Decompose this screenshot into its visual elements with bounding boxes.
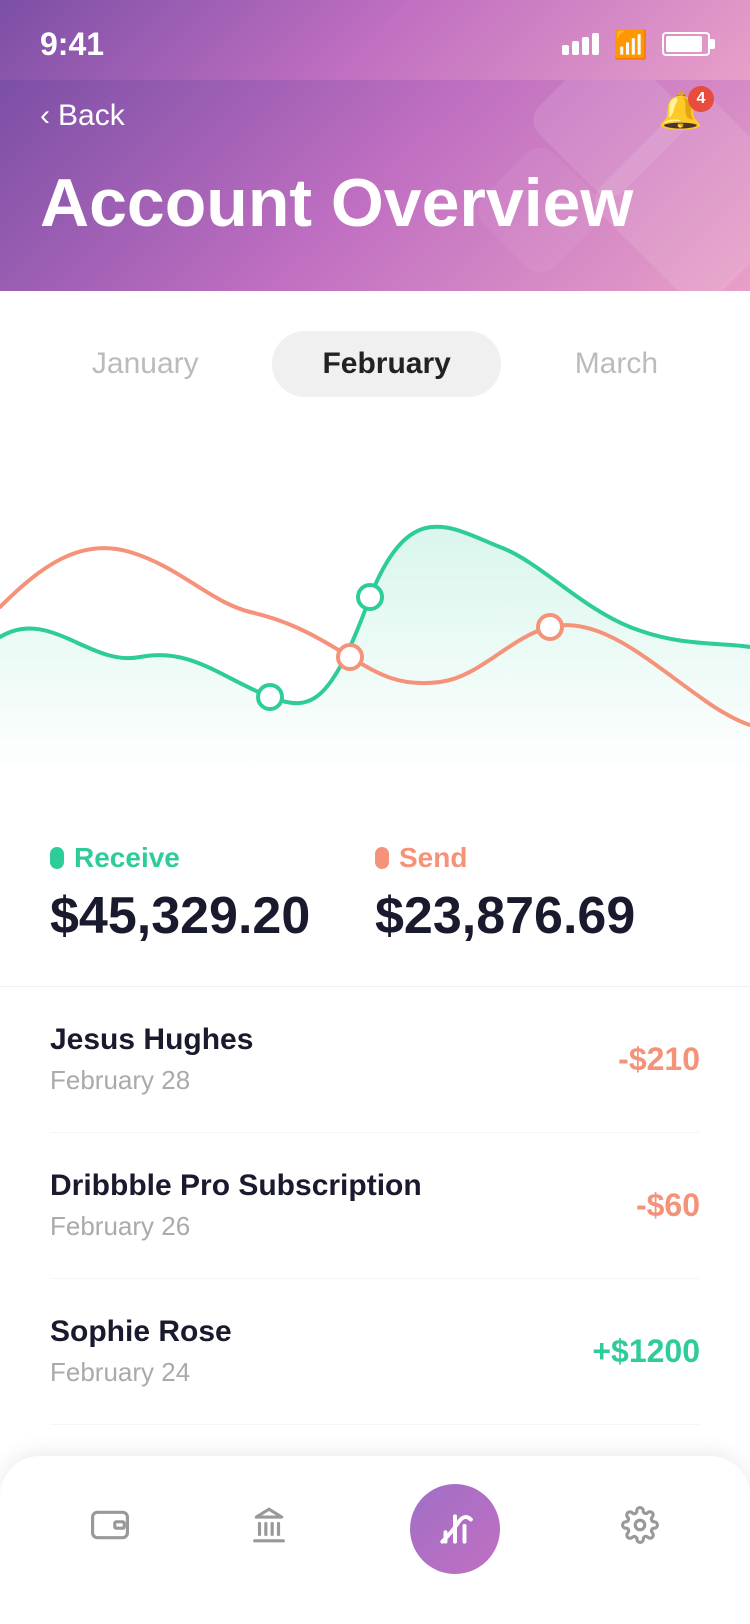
- send-dot-1: [338, 645, 362, 669]
- table-row[interactable]: Dribbble Pro Subscription February 26 -$…: [50, 1133, 700, 1279]
- receive-stat: Receive $45,329.20: [50, 842, 375, 946]
- transaction-date: February 28: [50, 1065, 253, 1096]
- tab-january[interactable]: January: [42, 331, 249, 397]
- signal-bars-icon: [562, 33, 599, 55]
- back-button[interactable]: ‹ Back: [40, 99, 125, 133]
- back-chevron-icon: ‹: [40, 99, 50, 133]
- receive-dot-indicator: [50, 847, 64, 869]
- bottom-nav: [0, 1456, 750, 1624]
- notification-badge: 4: [688, 86, 714, 112]
- wifi-icon: 📶: [613, 28, 648, 61]
- receive-amount: $45,329.20: [50, 886, 375, 946]
- transaction-date: February 24: [50, 1357, 232, 1388]
- battery-icon: [662, 32, 710, 56]
- send-dot-2: [538, 615, 562, 639]
- month-tabs: January February March: [0, 291, 750, 417]
- receive-label: Receive: [50, 842, 375, 874]
- send-label-text: Send: [399, 842, 467, 874]
- transaction-name: Jesus Hughes: [50, 1023, 253, 1057]
- receive-label-text: Receive: [74, 842, 180, 874]
- send-amount: $23,876.69: [375, 886, 700, 946]
- transaction-name: Sophie Rose: [50, 1315, 232, 1349]
- transaction-amount: +$1200: [592, 1333, 700, 1370]
- table-row[interactable]: Sophie Rose February 24 +$1200: [50, 1279, 700, 1425]
- settings-icon: [621, 1506, 659, 1553]
- transactions-list: Jesus Hughes February 28 -$210 Dribbble …: [0, 987, 750, 1425]
- transaction-date: February 26: [50, 1211, 422, 1242]
- status-time: 9:41: [40, 26, 104, 63]
- back-label: Back: [58, 99, 125, 133]
- receive-dot-1: [258, 685, 282, 709]
- nav-settings[interactable]: [621, 1506, 659, 1553]
- receive-dot-2: [358, 585, 382, 609]
- transaction-info: Dribbble Pro Subscription February 26: [50, 1169, 422, 1242]
- transaction-info: Jesus Hughes February 28: [50, 1023, 253, 1096]
- wallet-icon: [91, 1506, 129, 1553]
- notification-button[interactable]: 🔔 4: [658, 90, 710, 142]
- transaction-amount: -$210: [618, 1041, 700, 1078]
- nav-chart[interactable]: [410, 1484, 500, 1574]
- header: ‹ Back 🔔 4 Account Overview: [0, 80, 750, 291]
- send-label: Send: [375, 842, 700, 874]
- transaction-amount: -$60: [636, 1187, 700, 1224]
- send-stat: Send $23,876.69: [375, 842, 700, 946]
- page-title: Account Overview: [40, 166, 710, 241]
- transaction-info: Sophie Rose February 24: [50, 1315, 232, 1388]
- transaction-name: Dribbble Pro Subscription: [50, 1169, 422, 1203]
- bank-icon: [250, 1506, 288, 1553]
- nav-bank[interactable]: [250, 1506, 288, 1553]
- status-bar: 9:41 📶: [0, 0, 750, 80]
- send-dot-indicator: [375, 847, 389, 869]
- chart-container: [0, 417, 750, 812]
- status-icons: 📶: [562, 28, 710, 61]
- tab-february[interactable]: February: [272, 331, 500, 397]
- line-chart: [0, 437, 750, 777]
- chart-nav-active: [410, 1484, 500, 1574]
- stats-container: Receive $45,329.20 Send $23,876.69: [0, 812, 750, 987]
- nav-wallet[interactable]: [91, 1506, 129, 1553]
- tab-march[interactable]: March: [525, 331, 708, 397]
- table-row[interactable]: Jesus Hughes February 28 -$210: [50, 987, 700, 1133]
